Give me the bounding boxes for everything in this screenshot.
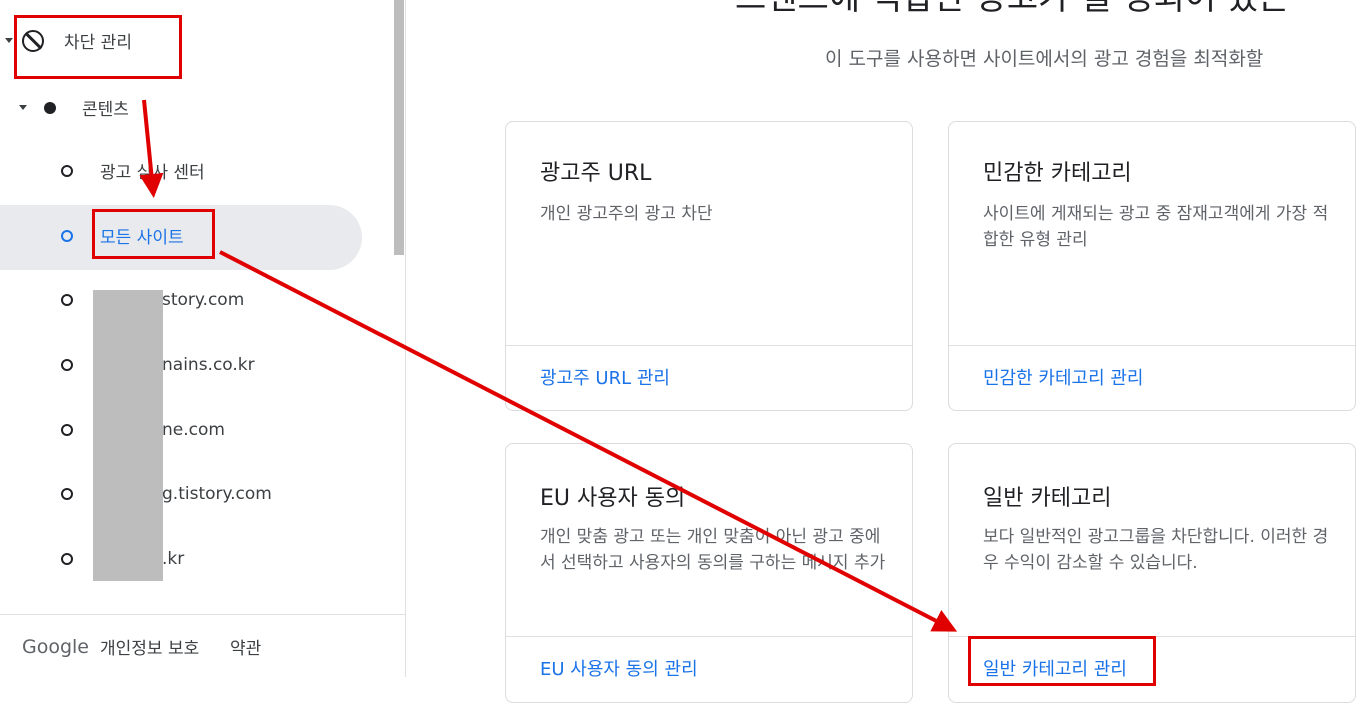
card-title: 민감한 카테고리 (983, 161, 1132, 186)
card-divider (506, 636, 912, 637)
sidebar-item-label: story.com (162, 290, 245, 310)
filled-dot-icon (44, 101, 56, 114)
sensitive-categories-manage-link[interactable]: 민감한 카테고리 관리 (983, 364, 1143, 390)
card-sensitive-categories: 민감한 카테고리 사이트에 게재되는 광고 중 잠재고객에게 가장 적합한 유형… (948, 121, 1356, 411)
card-eu-consent: EU 사용자 동의 개인 맞춤 광고 또는 개인 맞춤이 아닌 광고 중에서 선… (505, 443, 913, 703)
card-advertiser-url: 광고주 URL 개인 광고주의 광고 차단 광고주 URL 관리 (505, 121, 913, 411)
page-title: 스텐스에 적합한 광고가 될 정되어 있는 (735, 0, 1290, 19)
card-title: 광고주 URL (540, 161, 652, 186)
sidebar-scrollbar[interactable] (394, 0, 404, 255)
eu-consent-manage-link[interactable]: EU 사용자 동의 관리 (540, 655, 698, 681)
sidebar-item-ad-review[interactable]: 광고 심사 센터 (0, 158, 205, 183)
sidebar-item-label: nains.co.kr (162, 355, 255, 375)
card-divider (506, 345, 912, 346)
sidebar-item-label: .kr (162, 549, 185, 569)
redaction-box (93, 290, 163, 581)
circle-icon (61, 488, 73, 500)
sidebar-item-label: 광고 심사 센터 (100, 163, 205, 183)
google-logo: Google (22, 636, 90, 658)
caret-down-icon (19, 105, 27, 110)
card-description: 보다 일반적인 광고그룹을 차단합니다. 이러한 경우 수익이 감소할 수 있습… (983, 527, 1329, 573)
circle-icon (61, 164, 73, 177)
annotation-box-all-sites (92, 209, 215, 259)
sidebar: 차단 관리 콘텐츠 광고 심사 센터 모든 사이트 story.com nain… (0, 0, 406, 677)
sidebar-item-label: 콘텐츠 (82, 100, 129, 120)
page-subtitle: 이 도구를 사용하면 사이트에서의 광고 경험을 최적화할 (825, 48, 1264, 70)
card-description: 사이트에 게재되는 광고 중 잠재고객에게 가장 적합한 유형 관리 (983, 204, 1329, 250)
advertiser-url-manage-link[interactable]: 광고주 URL 관리 (540, 364, 670, 390)
sidebar-item-label: ne.com (162, 420, 225, 440)
card-description: 개인 광고주의 광고 차단 (540, 204, 713, 224)
privacy-link[interactable]: 개인정보 보호 (100, 634, 199, 659)
sidebar-item-content[interactable]: 콘텐츠 (0, 95, 129, 120)
card-title: 일반 카테고리 (983, 486, 1112, 511)
circle-icon (61, 229, 73, 242)
circle-icon (61, 424, 73, 436)
circle-icon (61, 359, 73, 371)
terms-link[interactable]: 약관 (230, 634, 261, 659)
annotation-box-general-categories (968, 636, 1156, 686)
card-divider (949, 345, 1355, 346)
card-title: EU 사용자 동의 (540, 486, 686, 511)
annotation-box-block-management (14, 15, 182, 79)
caret-down-icon (5, 38, 13, 43)
card-description: 개인 맞춤 광고 또는 개인 맞춤이 아닌 광고 중에서 선택하고 사용자의 동… (540, 527, 886, 573)
sidebar-item-label: g.tistory.com (162, 484, 272, 504)
circle-icon (61, 553, 73, 565)
circle-icon (61, 294, 73, 306)
